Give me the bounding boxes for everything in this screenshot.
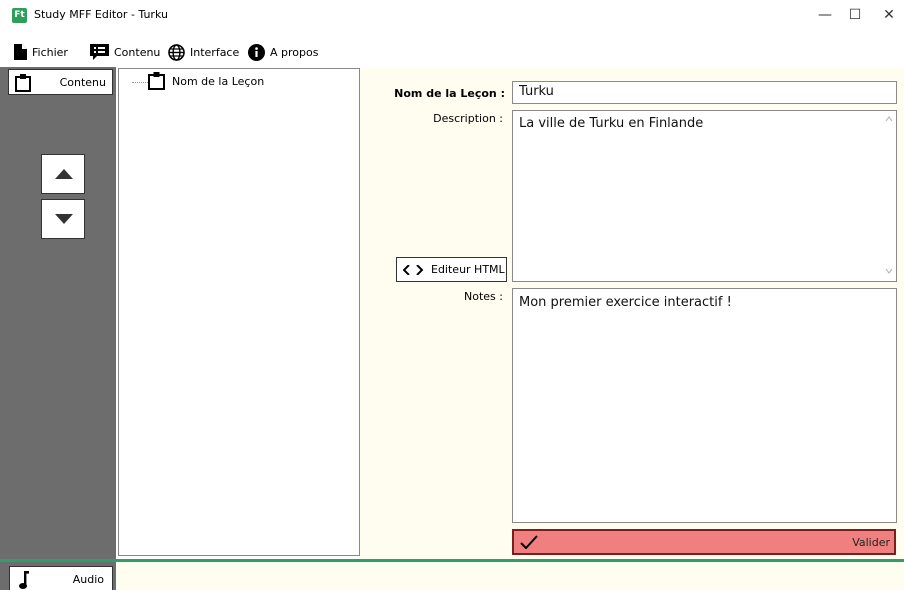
music-note-icon [19,571,29,589]
html-editor-label: Editeur HTML [431,263,505,276]
triangle-down-icon [55,214,73,224]
tree-connector-line [132,82,148,83]
validate-label: Valider [852,536,890,549]
info-icon [248,43,265,61]
code-icon [403,264,423,275]
clipboard-icon [15,74,31,92]
move-up-button[interactable] [41,154,85,194]
scrollbar-arrows [885,116,893,274]
description-textarea[interactable]: La ville de Turku en Finlande [512,110,897,282]
menu-interface-label: Interface [190,45,240,59]
html-editor-button[interactable]: Editeur HTML [396,257,507,282]
clipboard-icon [148,72,165,90]
lesson-tree[interactable] [118,68,360,556]
triangle-up-icon [55,169,73,179]
file-icon [14,44,27,60]
notes-textarea[interactable]: Mon premier exercice interactif ! [512,288,897,523]
menu-a-propos[interactable]: A propos [248,42,318,62]
tree-item-lesson[interactable]: Nom de la Leçon [172,75,264,88]
menu-a-propos-label: A propos [270,45,319,59]
checkmark-icon [520,535,538,549]
tab-audio[interactable]: Audio [9,566,113,590]
tab-audio-label: Audio [72,573,104,586]
menu-fichier[interactable]: Fichier [13,42,68,62]
minimize-button[interactable]: — [810,4,840,26]
window-title: Study MFF Editor - Turku [34,8,168,21]
description-scrollbar[interactable] [881,111,897,281]
tab-contenu[interactable]: Contenu [8,69,113,95]
menu-contenu-label: Contenu [114,45,161,59]
lesson-name-input[interactable]: Turku [512,81,897,104]
lesson-name-label: Nom de la Leçon : [394,87,505,100]
validate-button[interactable]: Valider [512,529,896,555]
left-panel [0,67,116,563]
list-icon [90,44,109,60]
menu-contenu[interactable]: Contenu [90,42,160,62]
description-label: Description : [433,112,503,125]
menu-fichier-label: Fichier [32,45,68,59]
bottom-right-panel [116,562,904,590]
tab-contenu-label: Contenu [59,76,106,89]
close-button[interactable]: ✕ [874,4,904,26]
app-logo-icon: Ft [12,8,27,23]
globe-icon [168,43,185,61]
move-down-button[interactable] [41,199,85,239]
menu-interface[interactable]: Interface [168,42,239,62]
notes-label: Notes : [464,290,503,303]
maximize-button[interactable]: ☐ [840,4,870,26]
